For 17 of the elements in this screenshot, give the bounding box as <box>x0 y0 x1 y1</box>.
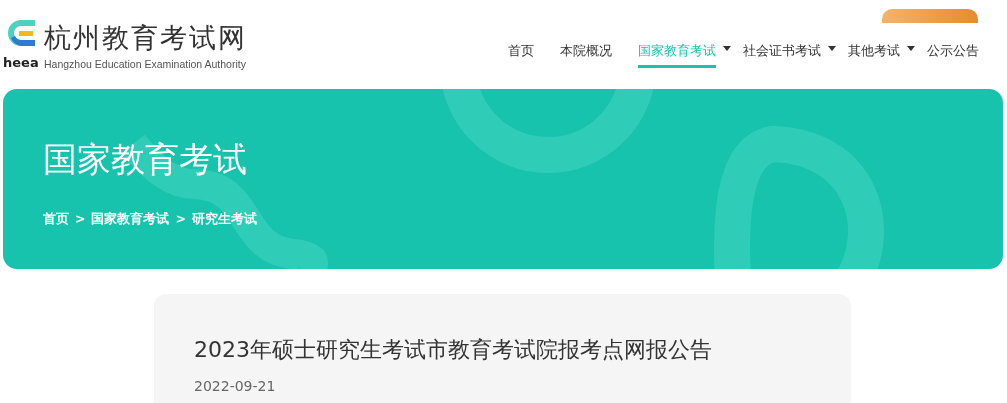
nav-link[interactable]: 社会证书考试 <box>743 43 821 68</box>
header-tab[interactable] <box>882 9 978 23</box>
nav-link[interactable]: 本院概况 <box>560 43 612 68</box>
nav-link[interactable]: 首页 <box>508 43 534 68</box>
caret-icon[interactable] <box>907 45 915 51</box>
nav-link[interactable]: 公示公告 <box>927 43 979 68</box>
logo-mark: heea <box>3 55 39 70</box>
article-date: 2022-09-21 <box>194 378 277 394</box>
article-title: 2023年硕士研究生考试市教育考试院报考点网报公告 <box>194 336 713 364</box>
caret-icon[interactable] <box>723 45 731 51</box>
nav-link[interactable]: 其他考试 <box>848 43 900 68</box>
caret-icon[interactable] <box>828 45 836 51</box>
breadcrumb-separator: > <box>75 211 86 228</box>
site-title: 杭州教育考试网 <box>44 21 247 55</box>
page-title: 国家教育考试 <box>43 138 248 181</box>
site-subtitle: Hangzhou Education Examination Authority <box>44 58 247 70</box>
breadcrumb-separator: > <box>175 211 186 228</box>
